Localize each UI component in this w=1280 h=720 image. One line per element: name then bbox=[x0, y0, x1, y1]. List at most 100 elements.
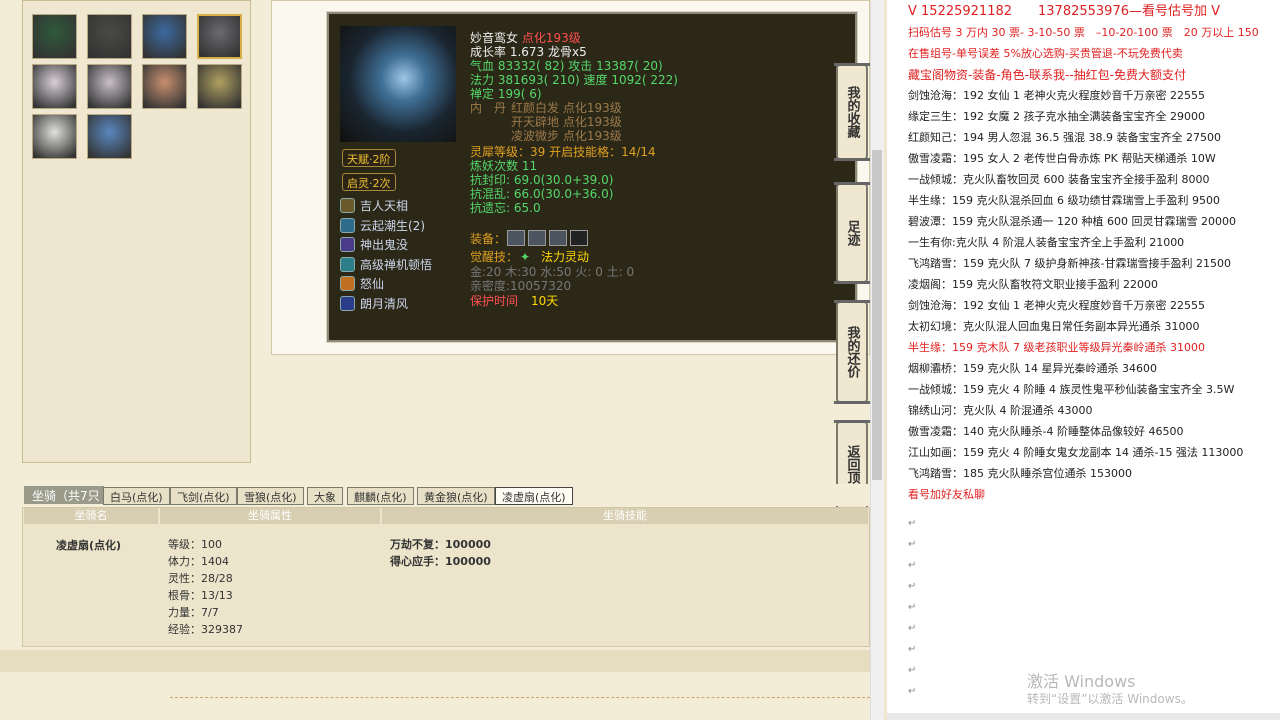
skill-icon bbox=[340, 198, 355, 213]
mount-header-skill: 坐骑技能 bbox=[382, 508, 868, 524]
mount-strength: 力量：7/7 bbox=[168, 606, 219, 619]
pet-portrait bbox=[340, 26, 456, 142]
pet-thumbnail[interactable] bbox=[142, 14, 187, 59]
pet-list bbox=[22, 0, 251, 463]
pet-thumbnail[interactable] bbox=[32, 64, 77, 109]
mount-tab[interactable]: 黄金狼(点化) bbox=[417, 487, 495, 505]
document-line: 红颜知己：194 男人忽混 36.5 强混 38.9 装备宝宝齐全 27500 bbox=[908, 131, 1221, 144]
pet-protect-time: 10天 bbox=[531, 294, 559, 308]
mount-stamina: 体力：1404 bbox=[168, 555, 229, 568]
pet-thumbnail[interactable] bbox=[87, 64, 132, 109]
skill-item[interactable]: 怒仙 bbox=[340, 275, 384, 292]
pet-avatar bbox=[198, 65, 241, 108]
document-line: 烟柳灞桥：159 克火队 14 星异光秦岭通杀 34600 bbox=[908, 362, 1157, 375]
pet-intimacy: 亲密度:10057320 bbox=[470, 279, 572, 293]
my-favorites-button[interactable]: 我的收藏 bbox=[834, 63, 870, 161]
document-line: 剑蚀沧海：192 女仙 1 老神火克火程度妙音千万亲密 22555 bbox=[908, 299, 1205, 312]
pet-thumbnail[interactable] bbox=[197, 14, 242, 59]
document-line: 一战倾城：克火队畜牧回灵 600 装备宝宝齐全接手盈利 8000 bbox=[908, 173, 1210, 186]
mount-tab[interactable]: 飞剑(点化) bbox=[170, 487, 237, 505]
document-line: 傲雪凌霜：140 克火队睡杀-4 阶睡整体品像较好 46500 bbox=[908, 425, 1184, 438]
mount-tab[interactable]: 麒麟(点化) bbox=[347, 487, 414, 505]
document-panel bbox=[887, 0, 1280, 720]
document-line: 一生有你:克火队 4 阶混人装备宝宝齐全上手盈利 21000 bbox=[908, 236, 1185, 249]
skill-icon bbox=[340, 237, 355, 252]
my-bargain-button[interactable]: 我的还价 bbox=[834, 300, 870, 404]
skill-item[interactable]: 朗月清风 bbox=[340, 295, 408, 312]
skill-item[interactable]: 云起潮生(2) bbox=[340, 217, 425, 234]
pet-hp-attack: 气血 83332( 82) 攻击 13387( 20) bbox=[470, 59, 663, 73]
pet-name: 妙音鸾女 点化193级 bbox=[470, 31, 581, 45]
pet-avatar bbox=[33, 115, 76, 158]
equip-slot-2[interactable] bbox=[528, 230, 546, 246]
pet-refine: 炼妖次数 11 bbox=[470, 159, 538, 173]
pet-avatar bbox=[199, 16, 240, 57]
awaken-skill-icon: ✦ bbox=[520, 250, 531, 264]
document-line: 江山如画：159 克火 4 阶睡女鬼女龙副本 14 通杀-15 强法 11300… bbox=[908, 446, 1244, 459]
pet-thumbnail[interactable] bbox=[142, 64, 187, 109]
skill-label: 神出鬼没 bbox=[360, 238, 409, 252]
talent-badge: 天赋·2阶 bbox=[342, 149, 396, 167]
pet-resist-seal: 抗封印: 69.0(30.0+39.0) bbox=[470, 173, 614, 187]
skill-label: 朗月清风 bbox=[360, 297, 409, 311]
divider bbox=[170, 697, 870, 698]
document-line: 剑蚀沧海：192 女仙 1 老神火克火程度妙音千万亲密 22555 bbox=[908, 89, 1205, 102]
mount-root: 根骨：13/13 bbox=[168, 589, 233, 602]
pet-thumbnail[interactable] bbox=[87, 114, 132, 159]
pet-thumbnail[interactable] bbox=[87, 14, 132, 59]
skill-item[interactable]: 高级禅机顿悟 bbox=[340, 256, 432, 273]
mount-tab[interactable]: 雪狼(点化) bbox=[237, 487, 304, 505]
pet-neidan-label: 内 丹 bbox=[470, 101, 507, 115]
skill-icon bbox=[340, 276, 355, 291]
pet-thumbnail[interactable] bbox=[197, 64, 242, 109]
pet-resist-chaos: 抗混乱: 66.0(30.0+36.0) bbox=[470, 187, 614, 201]
equip-slot-4[interactable] bbox=[570, 230, 588, 246]
pet-thumbnail[interactable] bbox=[32, 14, 77, 59]
mount-exp: 经验：329387 bbox=[168, 623, 243, 636]
pet-avatar bbox=[88, 15, 131, 58]
skill-icon bbox=[340, 257, 355, 272]
footprint-label: 足迹 bbox=[844, 220, 860, 246]
mount-tab-active[interactable]: 凌虚扇(点化) bbox=[495, 487, 573, 505]
skill-item[interactable]: 神出鬼没 bbox=[340, 236, 408, 253]
scrollbar-thumb[interactable] bbox=[872, 150, 882, 480]
mount-panel bbox=[22, 507, 870, 647]
mount-title: 坐骑（共7只 bbox=[24, 486, 104, 504]
document-line: 扫码估号 3 万内 30 票- 3-10-50 票 –10-20-100 票 2… bbox=[908, 26, 1259, 39]
skill-icon bbox=[340, 296, 355, 311]
pet-awaken-label: 觉醒技： bbox=[470, 250, 519, 264]
equip-slot-1[interactable] bbox=[507, 230, 525, 246]
mount-tab[interactable]: 大象 bbox=[307, 487, 343, 505]
pet-avatar bbox=[88, 65, 131, 108]
footprint-button[interactable]: 足迹 bbox=[834, 182, 870, 284]
document-scrollbar[interactable] bbox=[887, 713, 1280, 720]
document-line: 凌烟阁：159 克火队畜牧符文职业接手盈利 22000 bbox=[908, 278, 1158, 291]
pet-zen: 禅定 199( 6) bbox=[470, 87, 542, 101]
my-favorites-label: 我的收藏 bbox=[844, 86, 860, 138]
paragraph-mark: ↵ bbox=[908, 539, 917, 550]
pet-neidan-1: 红颜白发 点化193级 bbox=[511, 101, 622, 115]
pet-awaken-skill: 法力灵动 bbox=[541, 250, 590, 264]
document-line: 飞鸿踏雪：159 克火队 7 级护身新神孩-甘霖瑞雪接手盈利 21500 bbox=[908, 257, 1231, 270]
document-line: 锦绣山河：克火队 4 阶混通杀 43000 bbox=[908, 404, 1093, 417]
pet-avatar bbox=[143, 65, 186, 108]
mount-header-name: 坐骑名 bbox=[24, 508, 158, 524]
equip-slot-3[interactable] bbox=[549, 230, 567, 246]
mount-tab[interactable]: 白马(点化) bbox=[103, 487, 170, 505]
pet-thumbnail[interactable] bbox=[32, 114, 77, 159]
skill-label: 吉人天相 bbox=[360, 199, 409, 213]
skill-item[interactable]: 吉人天相 bbox=[340, 197, 408, 214]
mount-skill-2: 得心应手：100000 bbox=[390, 555, 491, 568]
paragraph-mark: ↵ bbox=[908, 560, 917, 571]
document-line: 藏宝阁物资-装备-角色-联系我--抽红包-免费大额支付 bbox=[908, 68, 1186, 82]
skill-label: 云起潮生(2) bbox=[360, 219, 425, 233]
document-line: 太初幻境：克火队混人回血鬼日常任务副本异光通杀 31000 bbox=[908, 320, 1200, 333]
paragraph-mark: ↵ bbox=[908, 581, 917, 592]
skill-icon bbox=[340, 218, 355, 233]
mount-name: 凌虚扇(点化) bbox=[56, 539, 122, 552]
pet-neidan-3: 凌波微步 点化193级 bbox=[511, 129, 622, 143]
my-bargain-label: 我的还价 bbox=[844, 326, 860, 378]
pet-avatar bbox=[88, 115, 131, 158]
document-line: 缘定三生：192 女魔 2 孩子克水抽全满装备宝宝齐全 29000 bbox=[908, 110, 1205, 123]
back-to-top-button[interactable]: 返回顶部 bbox=[834, 420, 870, 522]
